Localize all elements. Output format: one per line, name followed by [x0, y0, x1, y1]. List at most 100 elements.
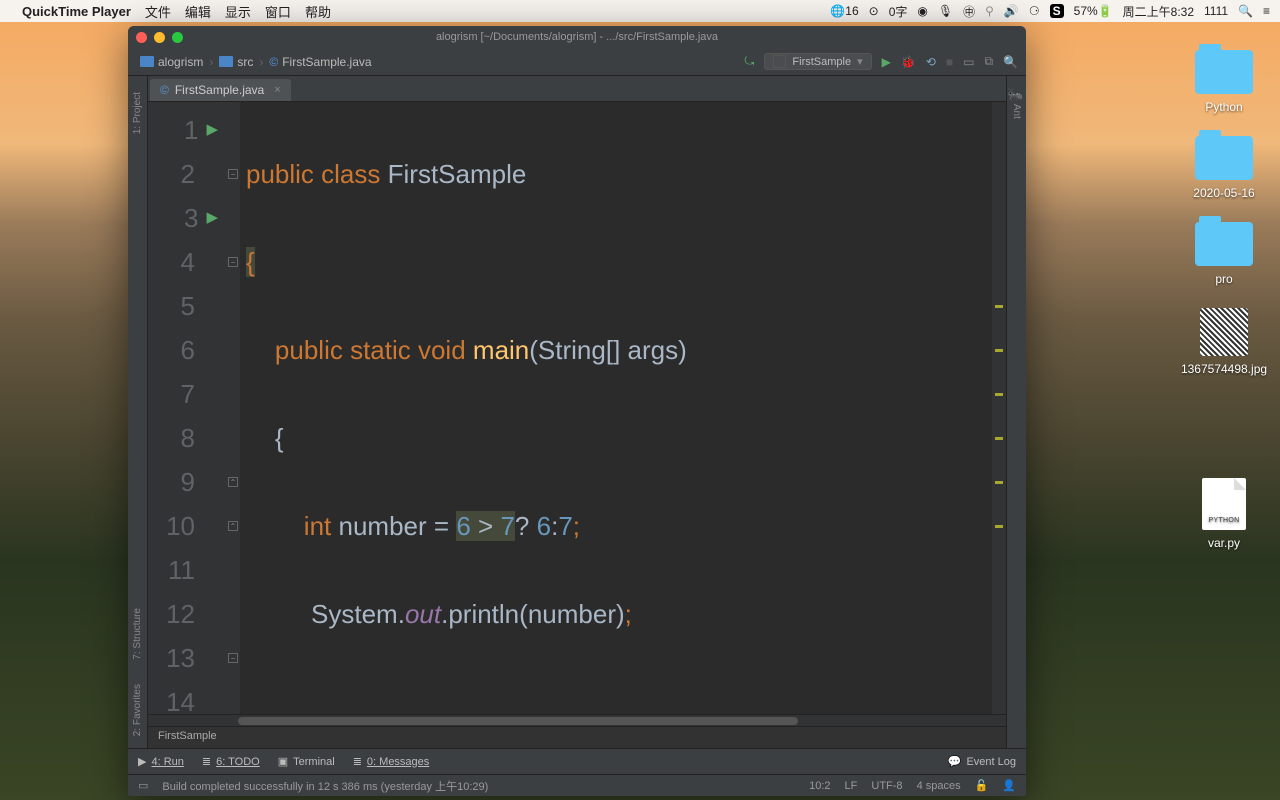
- debug-button[interactable]: 🐞: [901, 55, 916, 69]
- minimize-window-button[interactable]: [154, 32, 165, 43]
- bluetooth-icon[interactable]: ⚲: [985, 4, 994, 18]
- run-configuration-dropdown[interactable]: FirstSample ▾: [764, 53, 871, 70]
- tool-favorites-tab[interactable]: 2: Favorites: [130, 672, 145, 748]
- toggle-tool-windows-icon[interactable]: ▭: [138, 779, 148, 792]
- menubar-right: 🌐 16 ⊙ 0字 ◉ 🎙 ㊥ ⚲ 🔊 ⚆ S 57% 🔋 周二上午8:32 1…: [830, 3, 1270, 20]
- profiler-icon[interactable]: ▭: [963, 55, 974, 69]
- error-stripe[interactable]: [992, 102, 1006, 714]
- rec-icon[interactable]: ⊙: [869, 4, 879, 18]
- ide-titlebar[interactable]: alogrism [~/Documents/alogrism] - .../sr…: [128, 26, 1026, 48]
- chevron-right-icon: ›: [209, 55, 213, 69]
- folder-icon: [219, 56, 233, 67]
- mac-menubar: QuickTime Player 文件 编辑 显示 窗口 帮助 🌐 16 ⊙ 0…: [0, 0, 1280, 22]
- folder-icon: [140, 56, 154, 67]
- status-message: Build completed successfully in 12 s 386…: [162, 778, 488, 794]
- clock[interactable]: 周二上午8:32: [1123, 3, 1194, 20]
- chevron-right-icon: ›: [259, 55, 263, 69]
- menu-view[interactable]: 显示: [225, 2, 251, 21]
- fold-end-icon[interactable]: ⌃: [228, 477, 238, 487]
- wifi-icon[interactable]: ⚆: [1029, 4, 1040, 18]
- indent-config[interactable]: 4 spaces: [917, 780, 961, 792]
- volume-icon[interactable]: 🔊: [1004, 4, 1019, 18]
- tool-run[interactable]: ▶ 4: Run: [138, 755, 184, 768]
- inspections-icon[interactable]: 👤: [1002, 779, 1016, 792]
- control-center-icon[interactable]: ≡: [1263, 4, 1270, 18]
- horizontal-scrollbar[interactable]: [148, 714, 1006, 726]
- scrollbar-thumb[interactable]: [238, 717, 798, 725]
- split-icon[interactable]: ⧉: [984, 54, 993, 69]
- search-everywhere-icon[interactable]: 🔍: [1003, 55, 1018, 69]
- right-tool-strip: 🐜Ant: [1006, 76, 1026, 748]
- warning-marker-icon[interactable]: [995, 525, 1003, 528]
- traffic-lights: [136, 32, 183, 43]
- input-indicator[interactable]: 0字: [889, 3, 908, 20]
- warning-marker-icon[interactable]: [995, 437, 1003, 440]
- zoom-window-button[interactable]: [172, 32, 183, 43]
- ide-window: alogrism [~/Documents/alogrism] - .../sr…: [128, 26, 1026, 796]
- fold-marker-icon[interactable]: −: [228, 169, 238, 179]
- editor[interactable]: 1▶ 2 3▶ 4 5 6 7 8 9 10 11 12 13 14: [148, 102, 1006, 714]
- close-window-button[interactable]: [136, 32, 147, 43]
- menubar-app[interactable]: QuickTime Player: [22, 4, 131, 19]
- bottom-tool-bar: ▶ 4: Run ≣ 6: TODO ▣ Terminal ≣ 0: Messa…: [128, 748, 1026, 774]
- code-area[interactable]: public class FirstSample { public static…: [240, 102, 992, 714]
- tool-eventlog[interactable]: 💬 Event Log: [948, 755, 1016, 768]
- left-tool-strip: 1: Project 7: Structure 2: Favorites: [128, 76, 148, 748]
- tool-todo[interactable]: ≣ 6: TODO: [202, 755, 260, 768]
- build-icon[interactable]: ⤿: [744, 54, 754, 69]
- run-gutter-icon[interactable]: ▶: [206, 196, 218, 240]
- close-tab-icon[interactable]: ×: [274, 84, 280, 96]
- desktop-folder-python[interactable]: Python: [1186, 50, 1262, 114]
- warning-marker-icon[interactable]: [995, 349, 1003, 352]
- siri-icon[interactable]: ◉: [917, 4, 927, 18]
- fold-marker-icon[interactable]: −: [228, 257, 238, 267]
- editor-breadcrumb[interactable]: FirstSample: [148, 726, 1006, 748]
- file-encoding[interactable]: UTF-8: [871, 780, 902, 792]
- tool-structure-tab[interactable]: 7: Structure: [130, 596, 145, 672]
- editor-tabs: © FirstSample.java ×: [148, 76, 1006, 102]
- stop-button[interactable]: ■: [946, 55, 953, 69]
- caret-position[interactable]: 10:2: [809, 780, 830, 792]
- chevron-down-icon: ▾: [857, 55, 863, 68]
- extra-indicator[interactable]: 1111: [1204, 4, 1228, 18]
- readonly-lock-icon[interactable]: 🔓: [975, 779, 989, 792]
- java-file-icon: ©: [160, 83, 169, 97]
- line-gutter[interactable]: 1▶ 2 3▶ 4 5 6 7 8 9 10 11 12 13 14: [148, 102, 226, 714]
- warning-marker-icon[interactable]: [995, 305, 1003, 308]
- warning-marker-icon[interactable]: [995, 481, 1003, 484]
- coverage-button[interactable]: ⟲: [926, 55, 936, 69]
- mic-icon[interactable]: 🎙: [938, 4, 953, 18]
- status-bar: ▭ Build completed successfully in 12 s 3…: [128, 774, 1026, 796]
- window-title: alogrism [~/Documents/alogrism] - .../sr…: [436, 31, 718, 43]
- crumb-src[interactable]: src: [215, 55, 257, 69]
- editor-tab-firstsample[interactable]: © FirstSample.java ×: [150, 79, 291, 101]
- line-ending[interactable]: LF: [845, 780, 858, 792]
- desktop-icons: Python 2020-05-16 pro 1367574498.jpg var…: [1186, 50, 1262, 550]
- globe-icon[interactable]: 🌐 16: [830, 4, 858, 18]
- tool-messages[interactable]: ≣ 0: Messages: [353, 755, 430, 768]
- run-gutter-icon[interactable]: ▶: [206, 108, 218, 152]
- ime-icon[interactable]: ㊥: [963, 3, 975, 20]
- tool-terminal[interactable]: ▣ Terminal: [278, 755, 335, 768]
- menu-edit[interactable]: 编辑: [185, 2, 211, 21]
- run-button[interactable]: ▶: [882, 55, 891, 69]
- warning-marker-icon[interactable]: [995, 393, 1003, 396]
- desktop-file-py[interactable]: var.py: [1186, 478, 1262, 550]
- spotlight-icon[interactable]: 🔍: [1238, 4, 1253, 18]
- fold-end-icon[interactable]: ⌃: [228, 521, 238, 531]
- fold-gutter[interactable]: − − ⌃ ⌃ −: [226, 102, 240, 714]
- battery-status[interactable]: 57% 🔋: [1074, 4, 1113, 18]
- tool-ant-tab[interactable]: 🐜Ant: [1007, 76, 1026, 131]
- desktop-file-qr[interactable]: 1367574498.jpg: [1186, 308, 1262, 376]
- desktop-folder-pro[interactable]: pro: [1186, 222, 1262, 286]
- desktop-folder-date[interactable]: 2020-05-16: [1186, 136, 1262, 200]
- crumb-file[interactable]: ©FirstSample.java: [265, 55, 375, 69]
- crumb-project[interactable]: alogrism: [136, 55, 207, 69]
- menu-help[interactable]: 帮助: [305, 2, 331, 21]
- fold-marker-icon[interactable]: −: [228, 653, 238, 663]
- menu-window[interactable]: 窗口: [265, 2, 291, 21]
- menu-file[interactable]: 文件: [145, 2, 171, 21]
- tool-project-tab[interactable]: 1: Project: [130, 80, 145, 146]
- app-s-icon[interactable]: S: [1050, 4, 1064, 18]
- navigation-bar: alogrism › src › ©FirstSample.java ⤿ Fir…: [128, 48, 1026, 76]
